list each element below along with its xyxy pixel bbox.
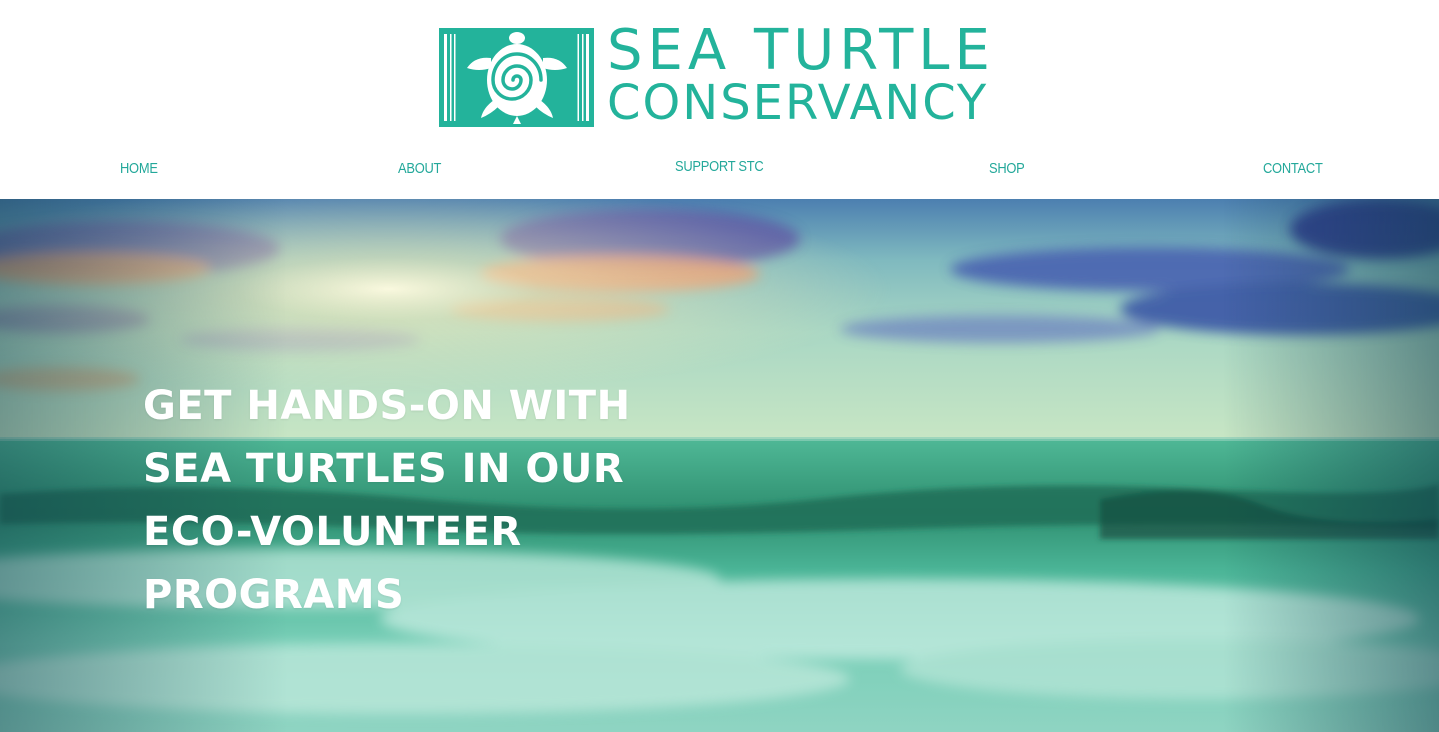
- sea-turtle-logo-icon: [439, 28, 594, 127]
- main-nav: HOME ABOUT SUPPORT STC SHOP CONTACT: [0, 156, 1439, 184]
- hero-headline-line: PROGRAMS: [143, 572, 405, 618]
- site-logo[interactable]: SEA TURTLE CONSERVANCY: [439, 23, 999, 131]
- brand-name-line1: SEA TURTLE: [607, 18, 995, 83]
- nav-contact[interactable]: CONTACT: [1263, 160, 1323, 177]
- hero-headline-line: ECO-VOLUNTEER: [143, 509, 522, 555]
- hero-banner: GET HANDS-ON WITH SEA TURTLES IN OUR ECO…: [0, 199, 1439, 732]
- nav-about[interactable]: ABOUT: [398, 160, 441, 177]
- page: SEA TURTLE CONSERVANCY HOME ABOUT SUPPOR…: [0, 0, 1439, 732]
- nav-home[interactable]: HOME: [120, 160, 158, 177]
- site-header: SEA TURTLE CONSERVANCY HOME ABOUT SUPPOR…: [0, 0, 1439, 199]
- nav-support-stc[interactable]: SUPPORT STC: [675, 158, 764, 175]
- brand-name-line2: CONSERVANCY: [607, 75, 989, 131]
- hero-headline-line: SEA TURTLES IN OUR: [143, 446, 625, 492]
- nav-shop[interactable]: SHOP: [989, 160, 1025, 177]
- hero-headline-line: GET HANDS-ON WITH: [143, 383, 631, 429]
- hero-headline: GET HANDS-ON WITH SEA TURTLES IN OUR ECO…: [143, 375, 743, 627]
